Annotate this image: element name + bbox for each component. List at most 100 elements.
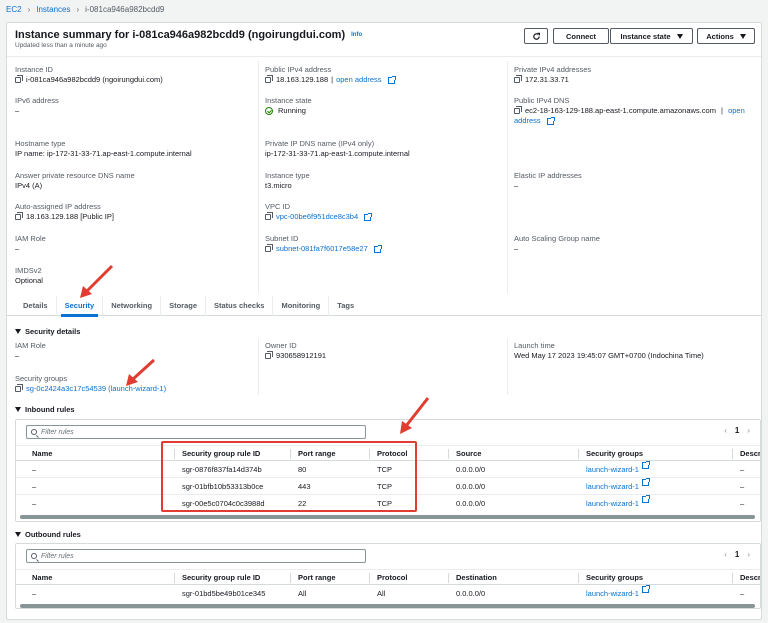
field-iam-role: IAM Role –	[15, 234, 46, 253]
external-link-icon	[641, 495, 650, 503]
inbound-filter-input[interactable]: Filter rules	[26, 425, 366, 439]
field-launch-time: Launch time Wed May 17 2023 19:45:07 GMT…	[514, 341, 704, 360]
external-link-icon	[364, 212, 373, 221]
col-security-groups[interactable]: Security groups	[586, 570, 643, 586]
col-rule-id[interactable]: Security group rule ID	[182, 570, 260, 586]
subnet-link[interactable]: subnet-081fa7f6017e58e27	[276, 244, 368, 254]
check-circle-icon	[265, 107, 273, 115]
breadcrumb-instances[interactable]: Instances	[36, 5, 70, 14]
outbound-pagination: ‹ 1 ›	[724, 550, 750, 559]
copy-icon[interactable]	[15, 212, 23, 220]
col-port-range[interactable]: Port range	[298, 570, 336, 586]
horizontal-scrollbar[interactable]	[20, 515, 755, 519]
column-divider	[507, 61, 508, 293]
field-elastic-ip: Elastic IP addresses –	[514, 171, 582, 190]
instance-summary-panel: Instance summary for i-081ca946a982bcdd9…	[6, 22, 762, 620]
open-dns-link[interactable]: open	[728, 106, 745, 116]
tab-monitoring[interactable]: Monitoring	[273, 295, 330, 316]
chevron-right-icon[interactable]: ›	[747, 550, 750, 559]
copy-icon[interactable]	[514, 75, 522, 83]
col-destination[interactable]: Destination	[456, 570, 497, 586]
table-row[interactable]: – sgr-01bd5be49b01ce345 All All 0.0.0.0/…	[16, 585, 760, 602]
external-link-icon	[387, 75, 396, 84]
copy-icon[interactable]	[265, 212, 273, 220]
tab-storage[interactable]: Storage	[161, 295, 206, 316]
open-address-link[interactable]: open address	[336, 75, 381, 85]
chevron-left-icon[interactable]: ‹	[724, 426, 727, 435]
field-vpc-id: VPC ID vpc-00be6f951dce8c3b4	[265, 202, 373, 222]
field-instance-id: Instance ID i-081ca946a982bcdd9 (ngoirun…	[15, 65, 163, 84]
copy-icon[interactable]	[15, 75, 23, 83]
col-source[interactable]: Source	[456, 446, 481, 462]
tab-details[interactable]: Details	[15, 295, 57, 316]
inbound-rules-toggle[interactable]: Inbound rules	[15, 405, 75, 414]
copy-icon[interactable]	[15, 384, 23, 392]
field-private-dns: Private IP DNS name (IPv4 only) ip-172-3…	[265, 139, 410, 158]
sg-link[interactable]: launch-wizard-1	[586, 465, 639, 474]
field-instance-state: Instance state Running	[265, 96, 312, 115]
page-title-text: Instance summary for i-081ca946a982bcdd9…	[15, 29, 346, 41]
page-number[interactable]: 1	[735, 550, 739, 559]
external-link-icon	[373, 244, 382, 253]
field-owner-id: Owner ID 930658912191	[265, 341, 327, 360]
refresh-button[interactable]	[524, 28, 548, 44]
security-details-toggle[interactable]: Security details	[15, 327, 80, 336]
caret-down-icon	[15, 407, 21, 412]
field-ipv6: IPv6 address –	[15, 96, 59, 115]
copy-icon[interactable]	[514, 106, 522, 114]
external-link-icon	[641, 585, 650, 593]
divider	[7, 56, 761, 57]
col-protocol[interactable]: Protocol	[377, 570, 407, 586]
connect-button[interactable]: Connect	[553, 28, 609, 44]
col-name[interactable]: Name	[32, 570, 52, 586]
instance-state-label: Instance state	[620, 31, 671, 41]
sg-link[interactable]: launch-wizard-1	[586, 482, 639, 491]
open-dns-link-cont[interactable]: address	[514, 116, 541, 126]
search-icon	[31, 553, 37, 559]
page-title: Instance summary for i-081ca946a982bcdd9…	[15, 29, 362, 41]
chevron-left-icon[interactable]: ‹	[724, 550, 727, 559]
copy-icon[interactable]	[265, 351, 273, 359]
chevron-right-icon: ›	[76, 5, 80, 14]
outbound-rules-table: Filter rules ‹ 1 › Name Security group r…	[15, 543, 761, 609]
column-divider	[258, 339, 259, 395]
col-description[interactable]: Descri	[740, 570, 760, 586]
field-imdsv2: IMDSv2 Optional	[15, 266, 43, 285]
vpc-link[interactable]: vpc-00be6f951dce8c3b4	[276, 212, 358, 222]
annotation-arrow-icon	[80, 264, 114, 298]
updated-text: Updated less than a minute ago	[15, 42, 107, 49]
col-name[interactable]: Name	[32, 446, 52, 462]
annotation-arrow-icon	[400, 397, 430, 434]
page-number[interactable]: 1	[735, 426, 739, 435]
column-divider	[507, 339, 508, 395]
table-header: Name Security group rule ID Port range P…	[16, 569, 760, 585]
breadcrumb-current: i-081ca946a982bcdd9	[85, 5, 165, 14]
instance-state-button[interactable]: Instance state	[610, 28, 693, 44]
sg-link[interactable]: launch-wizard-1	[586, 589, 639, 598]
field-hostname: Hostname type IP name: ip-172-31-33-71.a…	[15, 139, 192, 158]
tab-tags[interactable]: Tags	[329, 296, 362, 316]
col-description[interactable]: Descri	[740, 446, 760, 462]
breadcrumb-ec2[interactable]: EC2	[6, 5, 22, 14]
field-auto-ip: Auto-assigned IP address 18.163.129.188 …	[15, 202, 114, 221]
col-security-groups[interactable]: Security groups	[586, 446, 643, 462]
search-icon	[31, 429, 37, 435]
outbound-rules-toggle[interactable]: Outbound rules	[15, 530, 81, 539]
info-link[interactable]: Info	[351, 32, 362, 38]
horizontal-scrollbar[interactable]	[20, 604, 755, 608]
field-asg: Auto Scaling Group name –	[514, 234, 600, 253]
copy-icon[interactable]	[265, 75, 273, 83]
actions-button[interactable]: Actions	[697, 28, 755, 44]
copy-icon[interactable]	[265, 244, 273, 252]
breadcrumb: EC2 › Instances › i-081ca946a982bcdd9	[6, 5, 164, 14]
sg-link[interactable]: launch-wizard-1	[586, 499, 639, 508]
external-link-icon	[641, 478, 650, 486]
outbound-filter-input[interactable]: Filter rules	[26, 549, 366, 563]
column-divider	[258, 61, 259, 293]
actions-label: Actions	[706, 31, 734, 41]
chevron-right-icon: ›	[27, 5, 31, 14]
inbound-pagination: ‹ 1 ›	[724, 426, 750, 435]
tab-status-checks[interactable]: Status checks	[206, 295, 274, 316]
chevron-right-icon[interactable]: ›	[747, 426, 750, 435]
refresh-icon	[532, 32, 540, 40]
